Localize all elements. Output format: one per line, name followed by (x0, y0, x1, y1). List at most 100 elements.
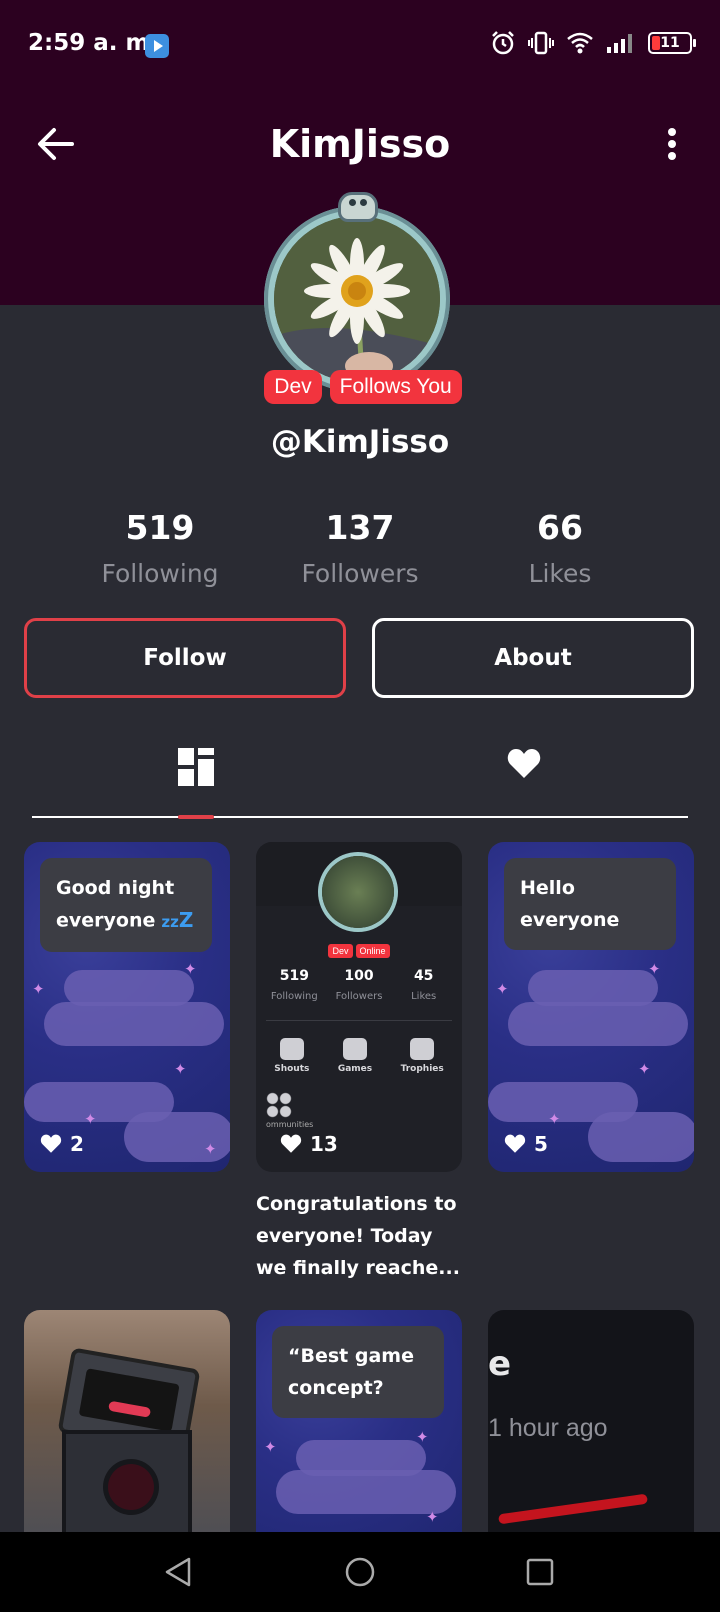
profile-avatar[interactable] (260, 192, 460, 392)
active-tab-indicator (178, 815, 214, 819)
tab-posts[interactable] (178, 748, 214, 786)
tab-likes[interactable] (507, 748, 541, 784)
post-partial-text: e (488, 1344, 512, 1384)
nav-recents-button[interactable] (516, 1548, 564, 1596)
mini-stat: 519 Following (262, 968, 327, 1003)
grid-icon (178, 748, 194, 765)
star-decoration: ✦ (264, 1438, 277, 1456)
mini-menu-label: Games (337, 1064, 373, 1074)
battery-level-text: 11 (660, 35, 680, 51)
status-time: 2:59 a. m. (28, 30, 159, 56)
sleep-zzz-icon: zzZ (161, 908, 194, 932)
more-vertical-icon-dot (668, 128, 676, 136)
status-bar: 2:59 a. m. 11 (0, 0, 720, 92)
stat-likes[interactable]: 66 Likes (460, 508, 660, 588)
dev-badge: Dev (264, 370, 322, 404)
mini-menu-label: Shouts (274, 1064, 310, 1074)
notification-app-icon (145, 34, 169, 58)
post-likes: 5 (504, 1132, 548, 1156)
vibrate-icon (528, 31, 554, 55)
wifi-icon (567, 32, 593, 54)
post-caption[interactable]: Congratulations to everyone! Today we fi… (256, 1188, 466, 1284)
post-text-word: everyone (56, 909, 156, 932)
mini-stat: 45 Likes (391, 968, 456, 1003)
post-text-line: Good night (56, 877, 175, 899)
mini-online-badge: Online (355, 944, 390, 958)
post-card-dark[interactable]: e 1 hour ago (488, 1310, 694, 1550)
signal-icon (607, 34, 632, 53)
mini-stats: 519 Following 100 Followers 45 Likes (262, 968, 456, 1003)
post-card-robot-image[interactable] (24, 1310, 230, 1550)
battery-icon: 11 (648, 32, 696, 54)
cloud-decoration (588, 1112, 694, 1162)
nav-back-button[interactable] (154, 1548, 202, 1596)
star-decoration: ✦ (496, 980, 509, 998)
post-card-good-night[interactable]: ✦ ✦ ✦ ✦ ✦ Good night everyone zzZ 2 (24, 842, 230, 1172)
robot-fan (108, 1464, 154, 1510)
mini-stat-label: Likes (411, 991, 437, 1002)
system-navigation-bar (0, 1532, 720, 1612)
post-like-count: 13 (310, 1132, 338, 1156)
mini-badges: Dev Online (256, 944, 462, 958)
post-text-bubble: Good night everyone zzZ (40, 858, 212, 952)
star-decoration: ✦ (648, 960, 661, 978)
post-card-hello[interactable]: ✦ ✦ ✦ ✦ Hello everyone 5 (488, 842, 694, 1172)
post-card-best-game[interactable]: ✦ ✦ ✦ “Best game concept? (256, 1310, 462, 1550)
mini-divider (266, 1020, 452, 1021)
post-text-line: Hello (520, 877, 575, 899)
star-decoration: ✦ (174, 1060, 187, 1078)
robot-mouth (108, 1400, 152, 1418)
nav-home-button[interactable] (336, 1548, 384, 1596)
grid-icon-part (198, 748, 214, 755)
post-card-profile-screenshot[interactable]: Dev Online 519 Following 100 Followers 45 L… (256, 842, 462, 1172)
recents-square-icon (526, 1558, 554, 1586)
cloud-decoration (508, 1002, 688, 1046)
post-text-bubble: Hello everyone (504, 858, 676, 950)
mini-menu-label: Trophies (400, 1064, 444, 1074)
stat-followers[interactable]: 137 Followers (260, 508, 460, 588)
post-timestamp: 1 hour ago (488, 1414, 608, 1442)
post-text-line: everyone (520, 909, 620, 931)
more-vertical-icon-dot (668, 152, 676, 160)
red-brush-stroke (498, 1493, 648, 1525)
more-vertical-icon-dot (668, 140, 676, 148)
status-icons: 11 (490, 30, 696, 56)
stat-label: Likes (528, 559, 592, 588)
follow-button[interactable]: Follow (24, 618, 346, 698)
trophy-icon (410, 1038, 435, 1060)
stat-value: 519 (125, 508, 195, 547)
heart-icon (40, 1134, 62, 1153)
profile-stats: 519 Following 137 Followers 66 Likes (60, 508, 660, 588)
mini-stat-label: Following (270, 991, 318, 1002)
profile-handle: @KimJisso (270, 424, 450, 460)
post-like-count: 5 (534, 1132, 548, 1156)
frog-frame-ornament (338, 192, 378, 222)
cloud-decoration (528, 970, 658, 1006)
stat-label: Following (101, 559, 219, 588)
heart-icon (280, 1134, 302, 1153)
mini-communities: ommunities (266, 1092, 313, 1129)
mini-stat-value: 45 (413, 968, 434, 984)
mini-menu-item: Shouts (274, 1038, 309, 1074)
post-likes: 2 (40, 1132, 84, 1156)
more-options-button[interactable] (654, 124, 690, 164)
follows-you-badge: Follows You (329, 370, 462, 404)
heart-icon (507, 749, 541, 778)
back-triangle-icon (165, 1557, 191, 1587)
mini-stat-label: Followers (335, 991, 383, 1002)
cloud-decoration (64, 970, 194, 1006)
star-decoration: ✦ (548, 1110, 561, 1128)
post-likes: 13 (280, 1132, 338, 1156)
mini-communities-label: ommunities (266, 1120, 314, 1129)
chat-bubble-icon (279, 1038, 304, 1060)
star-decoration: ✦ (416, 1428, 429, 1446)
mini-dev-badge: Dev (328, 944, 353, 958)
stat-label: Followers (301, 559, 419, 588)
communities-icon (266, 1092, 292, 1118)
star-decoration: ✦ (184, 960, 197, 978)
star-decoration: ✦ (426, 1508, 439, 1526)
stat-following[interactable]: 519 Following (60, 508, 260, 588)
star-decoration: ✦ (204, 1140, 217, 1158)
mini-menu-item: Games (338, 1038, 372, 1074)
about-button[interactable]: About (372, 618, 694, 698)
